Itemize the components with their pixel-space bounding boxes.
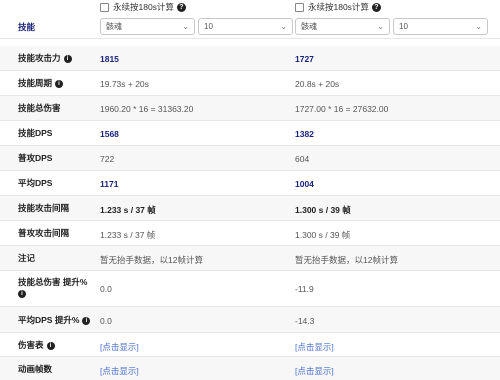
row-normal-dps: 普攻DPS 722 604 (0, 146, 500, 171)
value-right: 1382 (295, 129, 314, 139)
value-left: 1568 (100, 129, 119, 139)
level-select-left-value: 10 (204, 22, 213, 31)
damage-table-show-link-right[interactable]: [点击显示] (295, 341, 334, 353)
level-select-left[interactable]: 10 ⌄ (198, 18, 293, 35)
row-improve-total: 技能总伤害 提升% i 0.0 -11.9 (0, 271, 500, 307)
help-icon-left[interactable]: ? (176, 2, 186, 12)
help-icon-right[interactable]: ? (371, 2, 381, 12)
value-right: 20.8s + 20s (295, 79, 340, 89)
info-icon[interactable]: i (18, 289, 26, 298)
row-damage-table: 伤害表 i [点击显示] [点击显示] (0, 333, 500, 357)
value-left: 1171 (100, 179, 119, 189)
level-select-right[interactable]: 10 ⌄ (393, 18, 488, 35)
row-label: 技能周期 i (18, 78, 64, 88)
value-right: -11.9 (295, 284, 314, 294)
value-left: 19.73s + 20s (100, 79, 149, 89)
row-label: 技能攻击力 i (18, 53, 72, 63)
row-anim-frames: 动画帧数 [点击显示] [点击显示] (0, 357, 500, 380)
dps-comparison-panel: 永续按180s计算 ? 永续按180s计算 ? 技能 骸魂 ⌄ 10 ⌄ 骸魂 … (0, 0, 500, 380)
value-right: 1.300 s / 39 帧 (295, 230, 351, 240)
row-label: 注记 (18, 253, 36, 263)
value-left: 0.0 (100, 316, 112, 326)
row-avg-dps: 平均DPS 1171 1004 (0, 171, 500, 196)
skill-label: 技能 (18, 22, 36, 32)
continuous-checkbox-right[interactable] (295, 2, 304, 12)
value-right: 1.300 s / 39 帧 (295, 205, 351, 215)
chevron-down-icon: ⌄ (280, 22, 287, 31)
value-right: 暂无抬手数据，以12帧计算 (295, 255, 398, 265)
chevron-down-icon: ⌄ (377, 22, 384, 31)
row-normal-atk-interval: 普攻攻击间隔 1.233 s / 37 帧 1.300 s / 39 帧 (0, 221, 500, 246)
value-left: 722 (100, 154, 115, 164)
value-left: 1960.20 * 16 = 31363.20 (100, 104, 194, 114)
value-right: 1727.00 * 16 = 27632.00 (295, 104, 389, 114)
row-improve-dps: 平均DPS 提升% i 0.0 -14.3 (0, 307, 500, 333)
chevron-down-icon: ⌄ (182, 22, 189, 31)
skill-select-right-value: 骸魂 (301, 22, 317, 31)
continuous-option-right[interactable]: 永续按180s计算 ? (295, 1, 381, 13)
info-icon[interactable]: i (55, 79, 64, 88)
row-label: 平均DPS 提升% i (18, 315, 91, 325)
skill-selects-left: 骸魂 ⌄ 10 ⌄ (100, 18, 293, 35)
value-left: 暂无抬手数据，以12帧计算 (100, 255, 203, 265)
value-left: 1.233 s / 37 帧 (100, 230, 156, 240)
continuous-label-left: 永续按180s计算 (113, 2, 174, 12)
row-label: 动画帧数 (18, 364, 53, 374)
anim-frames-show-link-left[interactable]: [点击显示] (100, 365, 139, 377)
skill-select-left-value: 骸魂 (106, 22, 122, 31)
row-label: 技能总伤害 (18, 103, 61, 113)
skill-selects-right: 骸魂 ⌄ 10 ⌄ (295, 18, 488, 35)
row-notes: 注记 暂无抬手数据，以12帧计算 暂无抬手数据，以12帧计算 (0, 246, 500, 271)
row-skill-atk-interval: 技能攻击间隔 1.233 s / 37 帧 1.300 s / 39 帧 (0, 196, 500, 221)
anim-frames-show-link-right[interactable]: [点击显示] (295, 365, 334, 377)
continuous-row: 永续按180s计算 ? 永续按180s计算 ? (0, 0, 500, 15)
info-icon[interactable]: i (63, 54, 72, 63)
skill-select-row: 技能 骸魂 ⌄ 10 ⌄ 骸魂 ⌄ 10 ⌄ (0, 15, 500, 39)
row-skill-dps: 技能DPS 1568 1382 (0, 121, 500, 146)
row-label: 伤害表 i (18, 340, 55, 350)
damage-table-show-link-left[interactable]: [点击显示] (100, 341, 139, 353)
value-right: 1004 (295, 179, 314, 189)
info-icon[interactable]: i (82, 316, 91, 325)
row-label: 普攻DPS (18, 153, 53, 163)
value-left: 1815 (100, 54, 119, 64)
skill-select-left[interactable]: 骸魂 ⌄ (100, 18, 195, 35)
continuous-option-left[interactable]: 永续按180s计算 ? (100, 1, 186, 13)
value-right: 604 (295, 154, 310, 164)
row-skill-atk: 技能攻击力 i 1815 1727 (0, 46, 500, 71)
continuous-checkbox-left[interactable] (100, 2, 109, 12)
row-label: 普攻攻击间隔 (18, 228, 70, 238)
row-label: 平均DPS (18, 178, 53, 188)
continuous-label-right: 永续按180s计算 (308, 2, 369, 12)
level-select-right-value: 10 (399, 22, 408, 31)
row-label: 技能攻击间隔 (18, 203, 70, 213)
value-right: 1727 (295, 54, 314, 64)
value-right: -14.3 (295, 316, 315, 326)
chevron-down-icon: ⌄ (475, 22, 482, 31)
value-left: 0.0 (100, 284, 112, 294)
row-skill-period: 技能周期 i 19.73s + 20s 20.8s + 20s (0, 71, 500, 96)
info-icon[interactable]: i (46, 341, 55, 350)
row-skill-total: 技能总伤害 1960.20 * 16 = 31363.20 1727.00 * … (0, 96, 500, 121)
value-left: 1.233 s / 37 帧 (100, 205, 156, 215)
row-label: 技能总伤害 提升% i (18, 277, 88, 298)
skill-select-right[interactable]: 骸魂 ⌄ (295, 18, 390, 35)
row-label: 技能DPS (18, 128, 53, 138)
